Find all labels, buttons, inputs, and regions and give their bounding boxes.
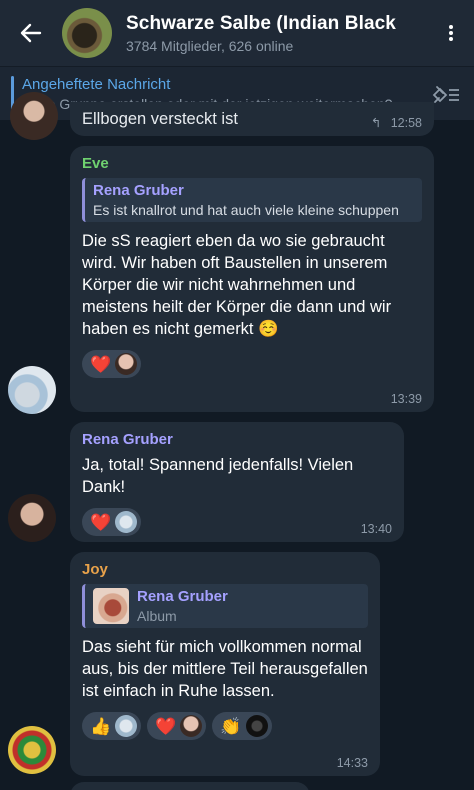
group-avatar[interactable] [62, 8, 112, 58]
message-text: Das sieht für mich vollkommen normal aus… [82, 638, 368, 700]
heart-icon: ❤️ [155, 716, 177, 736]
avatar-joy[interactable] [8, 726, 56, 774]
pin-list-icon [432, 85, 459, 103]
message-bubble[interactable]: Eve Rena Gruber Es ist knallrot und hat … [70, 146, 434, 412]
reactor-avatar [180, 715, 203, 737]
message-time: ↰ 12:58 [370, 116, 422, 130]
reply-sender: Rena Gruber [93, 182, 184, 199]
reaction-heart[interactable]: ❤️ [82, 508, 142, 536]
group-title: Schwarze Salbe (Indian Black [126, 12, 396, 34]
sender-name[interactable]: Rena Gruber [82, 431, 392, 448]
reactor-avatar [115, 715, 138, 737]
reactions: ❤️ [82, 508, 392, 536]
reactor-avatar [115, 511, 138, 533]
reply-sender: Rena Gruber [137, 588, 228, 605]
reply-arrow-icon: ↰ [370, 116, 382, 130]
more-menu-button[interactable] [428, 0, 474, 66]
message-text: Ja, total! Spannend jedenfalls! Vielen D… [82, 456, 354, 496]
back-arrow-icon [20, 23, 42, 43]
header-info[interactable]: Schwarze Salbe (Indian Black 3784 Mitgli… [126, 13, 428, 54]
reaction-thumbs-up[interactable]: 👍 [82, 712, 142, 740]
message-text: Die sS reagiert eben da wo sie gebraucht… [82, 232, 392, 338]
reaction-heart[interactable]: ❤️ [147, 712, 207, 740]
reply-text: Es ist knallrot und hat auch viele klein… [93, 202, 399, 218]
reaction-clap[interactable]: 👏 [212, 712, 272, 740]
reply-quote[interactable]: Rena Gruber Es ist knallrot und hat auch… [82, 178, 422, 222]
reactor-avatar [115, 353, 138, 375]
pinned-title: Angeheftete Nachricht [22, 75, 171, 93]
avatar[interactable] [10, 92, 58, 140]
more-vertical-icon [449, 23, 453, 43]
chat-header: Schwarze Salbe (Indian Black 3784 Mitgli… [0, 0, 474, 66]
heart-icon: ❤️ [90, 354, 112, 374]
reply-thumbnail [93, 588, 129, 624]
message-bubble-partial[interactable] [70, 782, 310, 790]
avatar-rena-gruber[interactable] [8, 494, 56, 542]
message-time: 13:39 [390, 392, 422, 406]
clap-icon: 👏 [220, 716, 242, 736]
reaction-heart[interactable]: ❤️ [82, 350, 142, 378]
message-bubble[interactable]: Joy Rena Gruber Album Das sieht für mich… [70, 552, 380, 776]
message-time: 14:33 [336, 756, 368, 770]
message-bubble-partial[interactable]: Ellbogen versteckt ist ↰ 12:58 [70, 102, 434, 136]
message-bubble[interactable]: Rena Gruber Ja, total! Spannend jedenfal… [70, 422, 404, 542]
thumbs-up-icon: 👍 [90, 716, 112, 736]
sender-name[interactable]: Joy [82, 561, 368, 578]
group-member-count: 3784 Mitglieder, 626 online [126, 37, 294, 54]
reactions: ❤️ [82, 350, 422, 378]
reactions: 👍 ❤️ 👏 [82, 712, 368, 740]
reply-text: Album [137, 608, 177, 624]
heart-icon: ❤️ [90, 512, 112, 532]
back-button[interactable] [0, 0, 62, 66]
sender-name[interactable]: Eve [82, 155, 422, 172]
reply-quote[interactable]: Rena Gruber Album [82, 584, 368, 628]
reactor-avatar [245, 715, 268, 737]
message-time: 13:40 [360, 522, 392, 536]
avatar-eve[interactable] [8, 366, 56, 414]
